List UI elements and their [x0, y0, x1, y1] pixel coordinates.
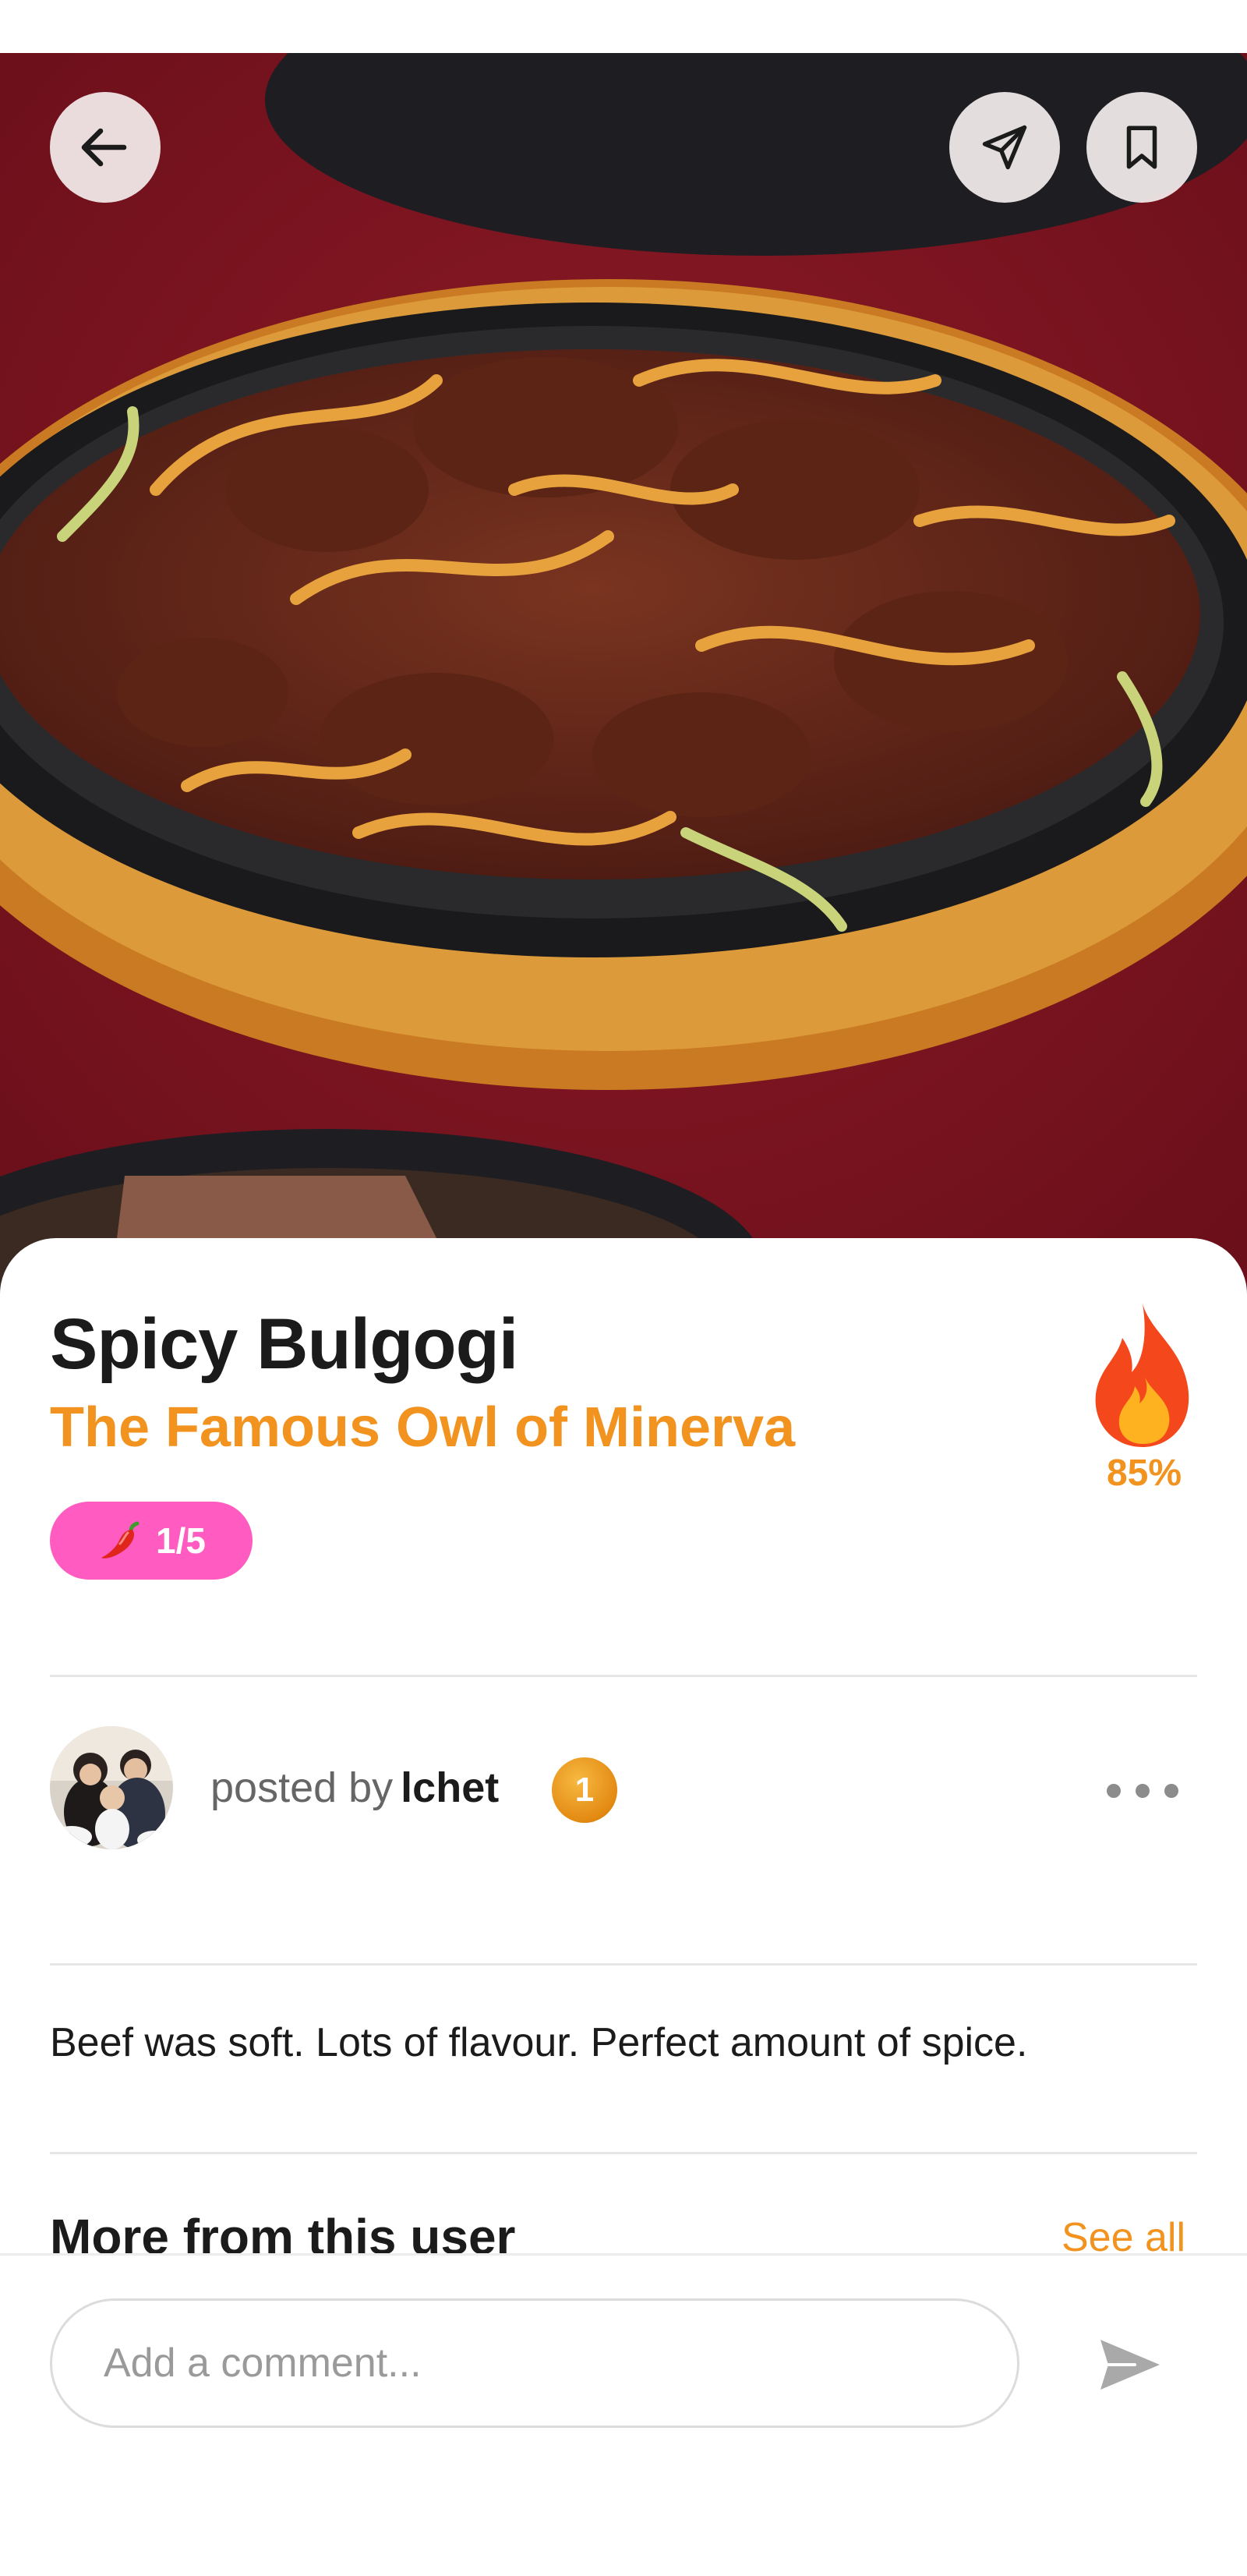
spice-level-text: 1/5 — [156, 1520, 206, 1561]
review-text: Beef was soft. Lots of flavour. Perfect … — [50, 2020, 1028, 2065]
comment-input[interactable] — [50, 2298, 1019, 2428]
food-photo — [0, 53, 1247, 1300]
posted-by-label: posted by — [210, 1764, 394, 1811]
bookmark-button[interactable] — [1086, 92, 1197, 203]
heat-score: 85% — [1106, 1453, 1182, 1494]
send-filled-icon — [1100, 2340, 1160, 2390]
more-horizontal-icon-dot-2 — [1136, 1784, 1150, 1798]
user-level-badge: 1 — [552, 1757, 617, 1823]
posted-by-text: posted by lchet — [210, 1764, 499, 1812]
send-comment-button[interactable] — [1091, 2330, 1169, 2400]
avatar-photo — [50, 1726, 173, 1849]
divider — [50, 1963, 1197, 1966]
divider — [50, 2152, 1197, 2154]
send-icon — [982, 125, 1027, 170]
restaurant-link[interactable]: The Famous Owl of Minerva — [50, 1396, 795, 1460]
heat-indicator — [1088, 1300, 1197, 1449]
user-avatar[interactable] — [50, 1726, 173, 1849]
username-link[interactable]: lchet — [401, 1764, 499, 1811]
share-button[interactable] — [949, 92, 1060, 203]
more-options-button[interactable] — [1107, 1764, 1178, 1818]
arrow-left-icon — [81, 128, 127, 167]
spice-level-badge: 1/5 — [50, 1502, 253, 1580]
chili-pepper-icon — [101, 1521, 140, 1559]
bookmark-icon — [1126, 126, 1157, 169]
back-button[interactable] — [50, 92, 161, 203]
more-horizontal-icon-dot-1 — [1107, 1784, 1121, 1798]
dish-title: Spicy Bulgogi — [50, 1304, 518, 1384]
more-horizontal-icon-dot-3 — [1164, 1784, 1178, 1798]
fire-icon — [1095, 1304, 1189, 1447]
divider — [50, 1675, 1197, 1677]
dish-photo — [0, 53, 1247, 1300]
